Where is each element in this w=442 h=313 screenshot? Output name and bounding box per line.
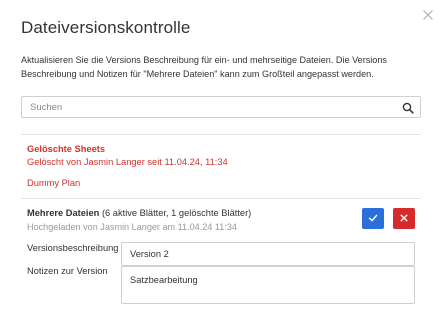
divider	[21, 134, 421, 135]
deleted-sheets-heading: Gelöschte Sheets	[27, 144, 106, 154]
confirm-button[interactable]	[362, 208, 384, 229]
version-description-label: Versionsbeschreibung	[27, 243, 119, 253]
check-icon	[368, 211, 378, 226]
x-icon	[399, 211, 409, 226]
dialog-intro-text: Aktualisieren Sie die Versions Beschreib…	[21, 55, 387, 79]
deleted-sheets-meta: Gelöscht von Jasmin Langer seit 11.04.24…	[27, 157, 228, 167]
close-icon[interactable]	[422, 9, 434, 21]
version-notes-textarea[interactable]: Satzbearbeitung	[121, 266, 415, 304]
search-input[interactable]	[22, 97, 392, 117]
version-description-input[interactable]	[121, 242, 415, 266]
divider	[21, 198, 421, 199]
deleted-sheet-item: Dummy Plan	[27, 178, 81, 188]
multiple-files-title: Mehrere Dateien (6 aktive Blätter, 1 gel…	[27, 208, 251, 218]
multiple-files-upload-meta: Hochgeladen von Jasmin Langer am 11.04.2…	[27, 222, 237, 232]
search-icon[interactable]	[402, 101, 414, 114]
version-notes-label: Notizen zur Version	[27, 266, 108, 276]
multiple-files-details: (6 aktive Blätter, 1 gelöschte Blätter)	[101, 208, 252, 218]
cancel-button[interactable]	[393, 208, 415, 229]
dialog-title: Dateiversionskontrolle	[21, 18, 191, 37]
multiple-files-name: Mehrere Dateien	[27, 208, 100, 218]
search-box	[21, 96, 421, 118]
